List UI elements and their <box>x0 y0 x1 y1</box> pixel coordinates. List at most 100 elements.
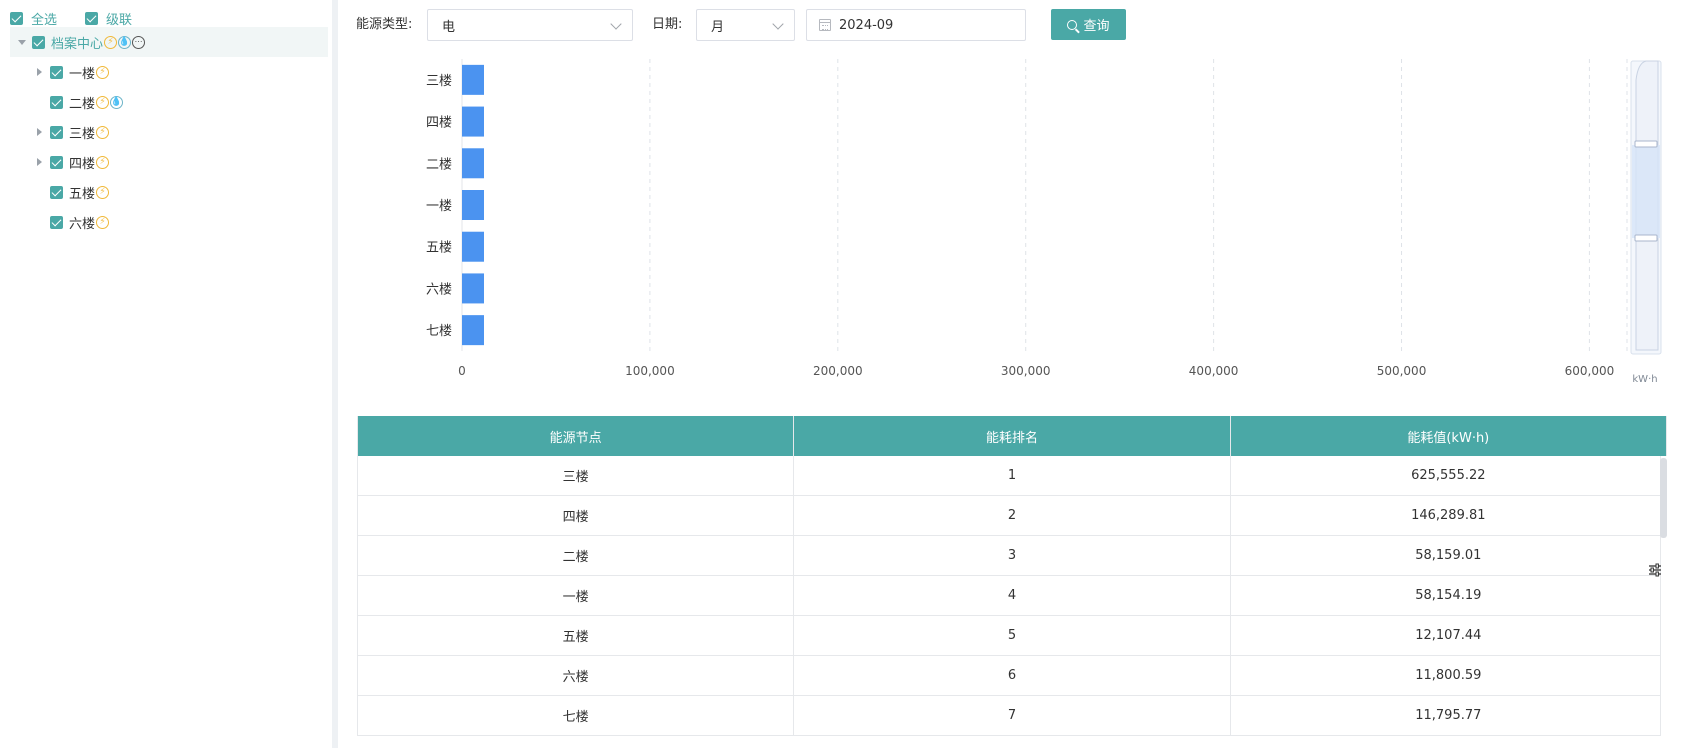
chart-bar[interactable] <box>462 315 484 346</box>
x-tick-label: 400,000 <box>1189 364 1239 378</box>
query-button-label: 查询 <box>1083 19 1110 34</box>
caret-right-icon[interactable] <box>33 156 45 168</box>
select-all-label: 全选 <box>31 12 58 28</box>
table-cell-rank: 2 <box>794 496 1231 535</box>
lightning-icon: ⚡ <box>104 35 118 49</box>
chart-bar[interactable] <box>462 273 484 304</box>
cascade-checkbox[interactable]: 级联 <box>85 9 132 28</box>
query-button[interactable]: 查询 <box>1051 9 1126 40</box>
date-label: 日期: <box>652 17 683 32</box>
table-cell-node: 二楼 <box>358 536 795 575</box>
energy-type-value: 电 <box>442 19 456 35</box>
caret-right-icon[interactable] <box>33 66 45 78</box>
period-select[interactable]: 月 <box>696 9 795 41</box>
lightning-icon: ⚡ <box>96 95 110 109</box>
table-cell-node: 三楼 <box>358 456 795 495</box>
caret-right-icon[interactable] <box>33 126 45 138</box>
tree-node-floor[interactable]: 三楼 ⚡ <box>10 117 328 147</box>
zoom-slider-window[interactable] <box>1632 145 1660 238</box>
more-icon[interactable]: ⋯ <box>132 35 146 49</box>
tree-node-checkbox[interactable] <box>50 65 63 79</box>
tree-node-checkbox[interactable] <box>50 125 63 139</box>
date-value: 2024-09 <box>839 17 894 33</box>
tree-node-label: 一楼 <box>69 66 96 82</box>
table-row[interactable]: 六楼 6 11,800.59 <box>358 656 1667 696</box>
chevron-down-icon <box>772 18 784 30</box>
y-category-label: 二楼 <box>426 157 452 172</box>
tree-node-label: 四楼 <box>69 156 96 172</box>
table-cell-value: 58,154.19 <box>1231 576 1667 615</box>
tree-node-checkbox[interactable] <box>32 35 45 49</box>
tree-node-floor[interactable]: 六楼 ⚡ <box>10 207 328 237</box>
left-panel: 全选 级联 档案中心 ⚡ 💧 ⋯ 一楼 ⚡ 二楼 ⚡ 💧 三楼 ⚡ 四楼 ⚡ 五… <box>0 0 338 748</box>
unit-label: kW·h <box>1632 374 1657 385</box>
y-category-label: 六楼 <box>426 282 452 297</box>
chart-bar[interactable] <box>462 190 484 220</box>
tree-node-label: 六楼 <box>69 216 96 232</box>
y-category-label: 三楼 <box>426 74 452 89</box>
tree-node-floor[interactable]: 一楼 ⚡ <box>10 57 328 87</box>
table-scrollbar-thumb[interactable] <box>1660 458 1667 538</box>
column-settings-icon[interactable] <box>1648 563 1662 577</box>
tree-node-label: 三楼 <box>69 126 96 142</box>
energy-type-select[interactable]: 电 <box>427 9 633 41</box>
table-cell-node: 一楼 <box>358 576 795 615</box>
column-header[interactable]: 能耗排名 <box>794 416 1231 456</box>
tree-node-checkbox[interactable] <box>50 185 63 199</box>
caret-down-icon[interactable] <box>16 36 28 48</box>
chart-bar[interactable] <box>462 231 484 262</box>
zoom-slider[interactable]: kW·h <box>1630 60 1662 385</box>
table-header: 能源节点 能耗排名 能耗值(kW·h) <box>358 416 1667 456</box>
table-row[interactable]: 五楼 5 12,107.44 <box>358 616 1667 656</box>
column-header[interactable]: 能源节点 <box>358 416 795 456</box>
date-picker-input[interactable]: 2024-09 <box>806 9 1026 41</box>
chart-bar[interactable] <box>462 148 484 179</box>
table-cell-node: 五楼 <box>358 616 795 655</box>
x-tick-label: 200,000 <box>813 364 863 378</box>
chart-labels: 0 100,000 200,000 300,000 400,000 500,000 600,… <box>426 74 1614 378</box>
table-row[interactable]: 三楼 1 625,555.22 <box>358 456 1667 496</box>
energy-node-tree: 档案中心 ⚡ 💧 ⋯ 一楼 ⚡ 二楼 ⚡ 💧 三楼 ⚡ 四楼 ⚡ 五楼 ⚡ 六楼… <box>10 27 328 237</box>
zoom-handle-bottom[interactable] <box>1634 234 1658 242</box>
energy-ranking-chart: 0 100,000 200,000 300,000 400,000 500,000 600,… <box>426 59 1662 385</box>
tree-node-root[interactable]: 档案中心 ⚡ 💧 ⋯ <box>10 27 328 57</box>
zoom-handle-top[interactable] <box>1634 140 1658 148</box>
table-row[interactable]: 四楼 2 146,289.81 <box>358 496 1667 536</box>
table-cell-node: 四楼 <box>358 496 795 535</box>
table-row[interactable]: 一楼 4 58,154.19 <box>358 576 1667 616</box>
tree-node-floor[interactable]: 四楼 ⚡ <box>10 147 328 177</box>
energy-type-label: 能源类型: <box>356 17 413 32</box>
check-icon <box>85 11 99 25</box>
table-cell-value: 146,289.81 <box>1231 496 1667 535</box>
tree-node-floor[interactable]: 二楼 ⚡ 💧 <box>10 87 328 117</box>
x-tick-label: 100,000 <box>625 364 675 378</box>
table-cell-node: 六楼 <box>358 656 795 695</box>
column-header[interactable]: 能耗值(kW·h) <box>1231 416 1667 456</box>
x-tick-label: 300,000 <box>1001 364 1051 378</box>
cascade-label: 级联 <box>106 12 133 28</box>
chart-bar[interactable] <box>462 64 484 95</box>
chart-grid <box>461 59 1628 351</box>
table-row[interactable]: 七楼 7 11,795.77 <box>358 696 1667 736</box>
x-tick-label: 500,000 <box>1377 364 1427 378</box>
tree-options: 全选 级联 <box>10 9 160 28</box>
tree-node-label: 档案中心 <box>51 36 104 52</box>
table-cell-rank: 7 <box>794 696 1231 735</box>
tree-node-checkbox[interactable] <box>50 95 63 109</box>
search-icon <box>1067 19 1078 30</box>
y-category-label: 一楼 <box>426 199 452 214</box>
lightning-icon: ⚡ <box>96 155 110 169</box>
y-category-label: 四楼 <box>426 116 452 131</box>
lightning-icon: ⚡ <box>96 215 110 229</box>
tree-node-label: 五楼 <box>69 186 96 202</box>
select-all-checkbox[interactable]: 全选 <box>10 9 57 28</box>
chart-bar[interactable] <box>462 106 484 137</box>
table-cell-rank: 6 <box>794 656 1231 695</box>
chart-bars <box>462 64 484 346</box>
table-row[interactable]: 二楼 3 58,159.01 <box>358 536 1667 576</box>
tree-node-checkbox[interactable] <box>50 155 63 169</box>
tree-node-checkbox[interactable] <box>50 215 63 229</box>
table-cell-value: 12,107.44 <box>1231 616 1667 655</box>
water-drop-icon: 💧 <box>110 95 124 109</box>
tree-node-floor[interactable]: 五楼 ⚡ <box>10 177 328 207</box>
